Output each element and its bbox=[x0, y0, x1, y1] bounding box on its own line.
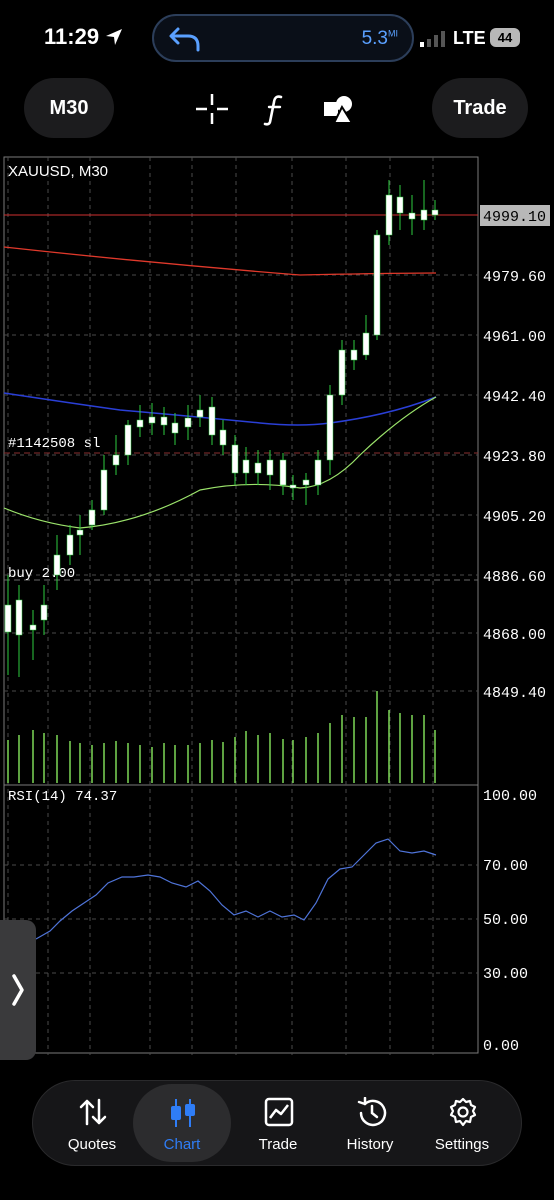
candle-body bbox=[208, 406, 216, 436]
candle-body bbox=[254, 462, 262, 474]
history-icon bbox=[357, 1097, 387, 1127]
candle-body bbox=[4, 604, 12, 633]
nav-chart[interactable]: Chart bbox=[133, 1084, 231, 1162]
candle-body bbox=[136, 419, 144, 428]
candle-body bbox=[314, 459, 322, 486]
symbol-label: XAUUSD, M30 bbox=[8, 163, 108, 180]
candle-body bbox=[40, 604, 48, 621]
rsi-tick-label: 70.00 bbox=[483, 858, 528, 875]
price-chart[interactable]: 4979.60 4961.00 4942.40 4923.80 4905.20 4886.… bbox=[0, 155, 554, 1060]
network-label: LTE bbox=[453, 28, 486, 48]
indicators-icon[interactable] bbox=[263, 94, 287, 126]
time-tick-label: 18 Feb 19:00 bbox=[433, 1058, 521, 1060]
candle-body bbox=[88, 509, 96, 526]
nav-history[interactable]: History bbox=[321, 1081, 419, 1165]
candle-body bbox=[266, 459, 274, 476]
quotes-icon bbox=[79, 1098, 107, 1126]
battery-icon: 44 bbox=[490, 28, 520, 47]
price-tick-label: 4849.40 bbox=[483, 685, 546, 702]
return-arrow-icon bbox=[169, 27, 200, 52]
price-tick-label: 4905.20 bbox=[483, 509, 546, 526]
current-price-label: 4999.10 bbox=[483, 209, 546, 226]
chart-canvas: 4979.60 4961.00 4942.40 4923.80 4905.20 4886.… bbox=[3, 156, 550, 1060]
candle-body bbox=[431, 209, 439, 216]
rsi-tick-label: 30.00 bbox=[483, 966, 528, 983]
candle-body bbox=[279, 459, 287, 486]
candle-body bbox=[196, 409, 204, 418]
price-tick-label: 4979.60 bbox=[483, 269, 546, 286]
settings-icon bbox=[449, 1097, 477, 1127]
candle-body bbox=[29, 624, 37, 631]
bottom-navigation: Quotes Chart Trade History Settings bbox=[32, 1080, 522, 1166]
candle-body bbox=[76, 529, 84, 536]
distance-unit: MI bbox=[388, 28, 398, 39]
candle-body bbox=[184, 417, 192, 428]
signal-icon bbox=[420, 31, 445, 47]
candle-body bbox=[171, 422, 179, 434]
candle-body bbox=[373, 234, 381, 336]
nav-label: Quotes bbox=[67, 1136, 117, 1153]
nav-trade[interactable]: Trade bbox=[229, 1081, 327, 1165]
nav-label: Trade bbox=[258, 1136, 298, 1153]
trade-button[interactable]: Trade bbox=[432, 78, 528, 138]
candle-body bbox=[338, 349, 346, 396]
nav-label: History bbox=[346, 1136, 394, 1153]
candle-body bbox=[15, 599, 23, 636]
candle-body bbox=[396, 196, 404, 214]
status-time: 11:29 bbox=[44, 24, 100, 49]
distance-value: 5.3 bbox=[361, 28, 388, 49]
crosshair-icon[interactable] bbox=[196, 94, 228, 124]
nav-quotes[interactable]: Quotes bbox=[43, 1081, 141, 1165]
price-tick-label: 4961.00 bbox=[483, 329, 546, 346]
candle-body bbox=[66, 534, 74, 556]
candle-body bbox=[148, 416, 156, 424]
candle-body bbox=[53, 554, 61, 576]
candle-body bbox=[100, 469, 108, 511]
stop-loss-label: #1142508 sl bbox=[8, 436, 100, 452]
timeframe-button[interactable]: M30 bbox=[24, 78, 114, 138]
price-tick-label: 4942.40 bbox=[483, 389, 546, 406]
status-bar: 11:29 5.3MI LTE 44 bbox=[0, 0, 554, 76]
price-tick-label: 4923.80 bbox=[483, 449, 546, 466]
candle-body bbox=[350, 349, 358, 361]
side-panel-toggle[interactable] bbox=[0, 920, 36, 1060]
candle-body bbox=[362, 332, 370, 356]
candle-body bbox=[408, 212, 416, 220]
nav-settings[interactable]: Settings bbox=[413, 1081, 511, 1165]
candle-body bbox=[219, 429, 227, 446]
candle-body bbox=[420, 209, 428, 221]
price-tick-label: 4886.60 bbox=[483, 569, 546, 586]
candle-body bbox=[160, 416, 168, 426]
candle-body bbox=[112, 454, 120, 466]
candle-body bbox=[231, 444, 239, 474]
rsi-tick-label: 0.00 bbox=[483, 1038, 519, 1055]
navigation-pill[interactable]: 5.3MI bbox=[152, 14, 414, 62]
price-tick-label: 4868.00 bbox=[483, 627, 546, 644]
trade-icon bbox=[264, 1097, 294, 1127]
chevron-right-icon bbox=[12, 974, 24, 1006]
rsi-tick-label: 50.00 bbox=[483, 912, 528, 929]
time-tick-label: 18 Feb 07:00 bbox=[150, 1058, 238, 1060]
nav-label: Chart bbox=[163, 1136, 201, 1153]
rsi-tick-label: 100.00 bbox=[483, 788, 537, 805]
candle-body bbox=[289, 484, 297, 489]
distance-text: 5.3MI bbox=[362, 28, 398, 50]
rsi-label: RSI(14) 74.37 bbox=[8, 789, 117, 805]
mid-moving-average bbox=[3, 392, 437, 426]
buy-order-label: buy 2.00 bbox=[8, 566, 75, 582]
slow-moving-average bbox=[3, 246, 437, 276]
time-tick-label: 18 Feb 13:00 bbox=[292, 1058, 380, 1060]
candle-body bbox=[326, 394, 334, 461]
location-arrow-icon bbox=[106, 29, 122, 45]
candle-body bbox=[302, 479, 310, 486]
objects-icon[interactable] bbox=[324, 94, 356, 124]
nav-label: Settings bbox=[434, 1136, 490, 1153]
candle-body bbox=[242, 459, 250, 474]
chart-icon bbox=[171, 1099, 195, 1127]
candle-body bbox=[124, 424, 132, 456]
candle-body bbox=[385, 194, 393, 236]
